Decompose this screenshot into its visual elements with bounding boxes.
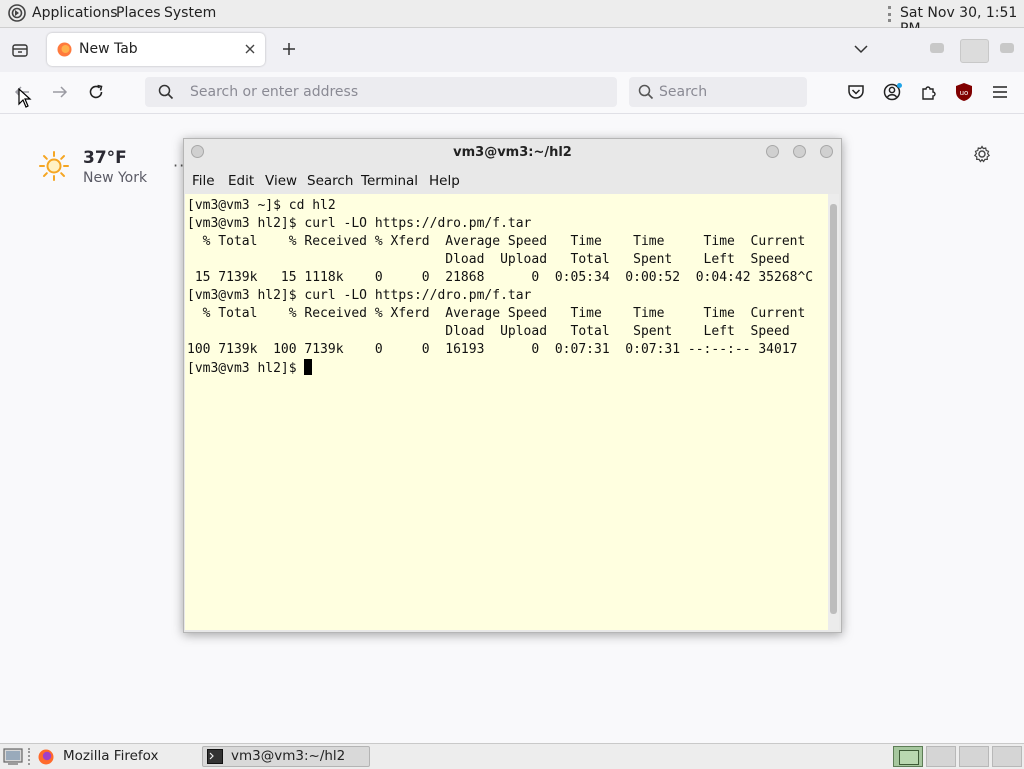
- terminal-window[interactable]: vm3@vm3:~/hl2 File Edit View Search Term…: [183, 138, 842, 633]
- extensions-puzzle-icon[interactable]: [920, 83, 938, 101]
- weather-temperature: 37°F: [83, 148, 127, 168]
- workspace-window-thumbnail: [899, 750, 919, 765]
- menu-edit[interactable]: Edit: [228, 173, 254, 189]
- terminal-line: [vm3@vm3 hl2]$ curl -LO https://dro.pm/f…: [187, 288, 532, 303]
- terminal-title: vm3@vm3:~/hl2: [453, 145, 572, 160]
- top-panel: Applications Places System Sat Nov 30, 1…: [0, 0, 1024, 37]
- terminal-minimize-button[interactable]: [766, 145, 779, 158]
- search-box[interactable]: Search: [629, 77, 807, 107]
- svg-text:uo: uo: [960, 89, 969, 97]
- firefox-icon: [38, 749, 54, 765]
- search-placeholder: Search: [659, 84, 708, 100]
- terminal-line: [vm3@vm3 ~]$ cd hl2: [187, 198, 336, 213]
- terminal-line: % Total % Received % Xferd Average Speed…: [187, 234, 806, 249]
- panel-separator: [888, 6, 894, 22]
- workspace-1[interactable]: [893, 746, 923, 767]
- firefox-favicon-icon: [57, 42, 72, 57]
- terminal-text: [vm3@vm3 ~]$ cd hl2 [vm3@vm3 hl2]$ curl …: [187, 197, 813, 378]
- forward-arrow-icon[interactable]: [51, 84, 69, 100]
- menu-search[interactable]: Search: [307, 173, 353, 189]
- window-minimize-button[interactable]: [930, 43, 944, 53]
- terminal-line: % Total % Received % Xferd Average Speed…: [187, 306, 806, 321]
- show-desktop-icon[interactable]: [3, 748, 23, 765]
- scrollbar-thumb[interactable]: [830, 204, 837, 614]
- address-placeholder: Search or enter address: [190, 84, 359, 100]
- tab-new-tab[interactable]: New Tab: [47, 33, 265, 66]
- terminal-line: Dload Upload Total Spent Left Speed: [187, 252, 790, 267]
- taskbar-item-terminal[interactable]: vm3@vm3:~/hl2: [202, 746, 370, 767]
- window-maximize-button[interactable]: [960, 39, 989, 63]
- distro-logo-icon[interactable]: [8, 4, 26, 22]
- workspace-3[interactable]: [959, 746, 989, 767]
- reload-icon[interactable]: [87, 83, 105, 101]
- terminal-line: Dload Upload Total Spent Left Speed: [187, 324, 790, 339]
- terminal-menubar: File Edit View Search Terminal Help: [184, 168, 841, 194]
- taskbar-label: Mozilla Firefox: [63, 748, 159, 764]
- taskbar-label: vm3@vm3:~/hl2: [231, 748, 346, 764]
- search-icon: [638, 84, 654, 100]
- workspace-4[interactable]: [992, 746, 1022, 767]
- terminal-icon: [207, 749, 223, 764]
- window-close-button[interactable]: [1000, 43, 1014, 53]
- terminal-close-button[interactable]: [820, 145, 833, 158]
- taskbar-separator: [28, 748, 32, 765]
- terminal-line: [vm3@vm3 hl2]$ curl -LO https://dro.pm/f…: [187, 216, 532, 231]
- applications-menu[interactable]: Applications: [32, 5, 118, 21]
- window-menu-button[interactable]: [191, 145, 204, 158]
- taskbar-item-firefox[interactable]: Mozilla Firefox: [35, 746, 195, 767]
- search-icon: [158, 84, 174, 100]
- menu-terminal[interactable]: Terminal: [361, 173, 418, 189]
- menu-file[interactable]: File: [192, 173, 215, 189]
- menu-view[interactable]: View: [265, 173, 297, 189]
- close-icon[interactable]: [244, 43, 256, 55]
- tab-title: New Tab: [79, 41, 138, 57]
- tab-overview-icon[interactable]: [11, 41, 29, 59]
- workspace-2[interactable]: [926, 746, 956, 767]
- chevron-down-icon[interactable]: [853, 42, 869, 56]
- mouse-pointer-icon: [18, 88, 32, 108]
- terminal-scrollbar[interactable]: [828, 194, 839, 630]
- pocket-icon[interactable]: [847, 83, 865, 101]
- weather-city: New York: [83, 170, 148, 186]
- terminal-prompt: [vm3@vm3 hl2]$: [187, 361, 305, 376]
- places-menu[interactable]: Places: [116, 5, 161, 21]
- account-icon[interactable]: [883, 82, 903, 102]
- ublock-origin-icon[interactable]: uo: [955, 82, 973, 102]
- terminal-output-area[interactable]: [vm3@vm3 ~]$ cd hl2 [vm3@vm3 hl2]$ curl …: [185, 194, 828, 630]
- terminal-line: 100 7139k 100 7139k 0 0 16193 0 0:07:31 …: [187, 342, 798, 357]
- address-bar[interactable]: Search or enter address: [145, 77, 617, 107]
- terminal-cursor: [304, 359, 313, 375]
- menu-help[interactable]: Help: [429, 173, 460, 189]
- bottom-taskbar: Mozilla Firefox vm3@vm3:~/hl2: [0, 743, 1024, 769]
- terminal-maximize-button[interactable]: [793, 145, 806, 158]
- terminal-title-bar[interactable]: vm3@vm3:~/hl2: [184, 139, 841, 167]
- terminal-line: 15 7139k 15 1118k 0 0 21868 0 0:05:34 0:…: [187, 270, 814, 285]
- sun-weather-icon: [39, 151, 69, 181]
- system-menu[interactable]: System: [164, 5, 216, 21]
- gear-icon[interactable]: [973, 145, 991, 163]
- new-tab-plus-icon[interactable]: [281, 41, 297, 57]
- menu-hamburger-icon[interactable]: [991, 84, 1009, 100]
